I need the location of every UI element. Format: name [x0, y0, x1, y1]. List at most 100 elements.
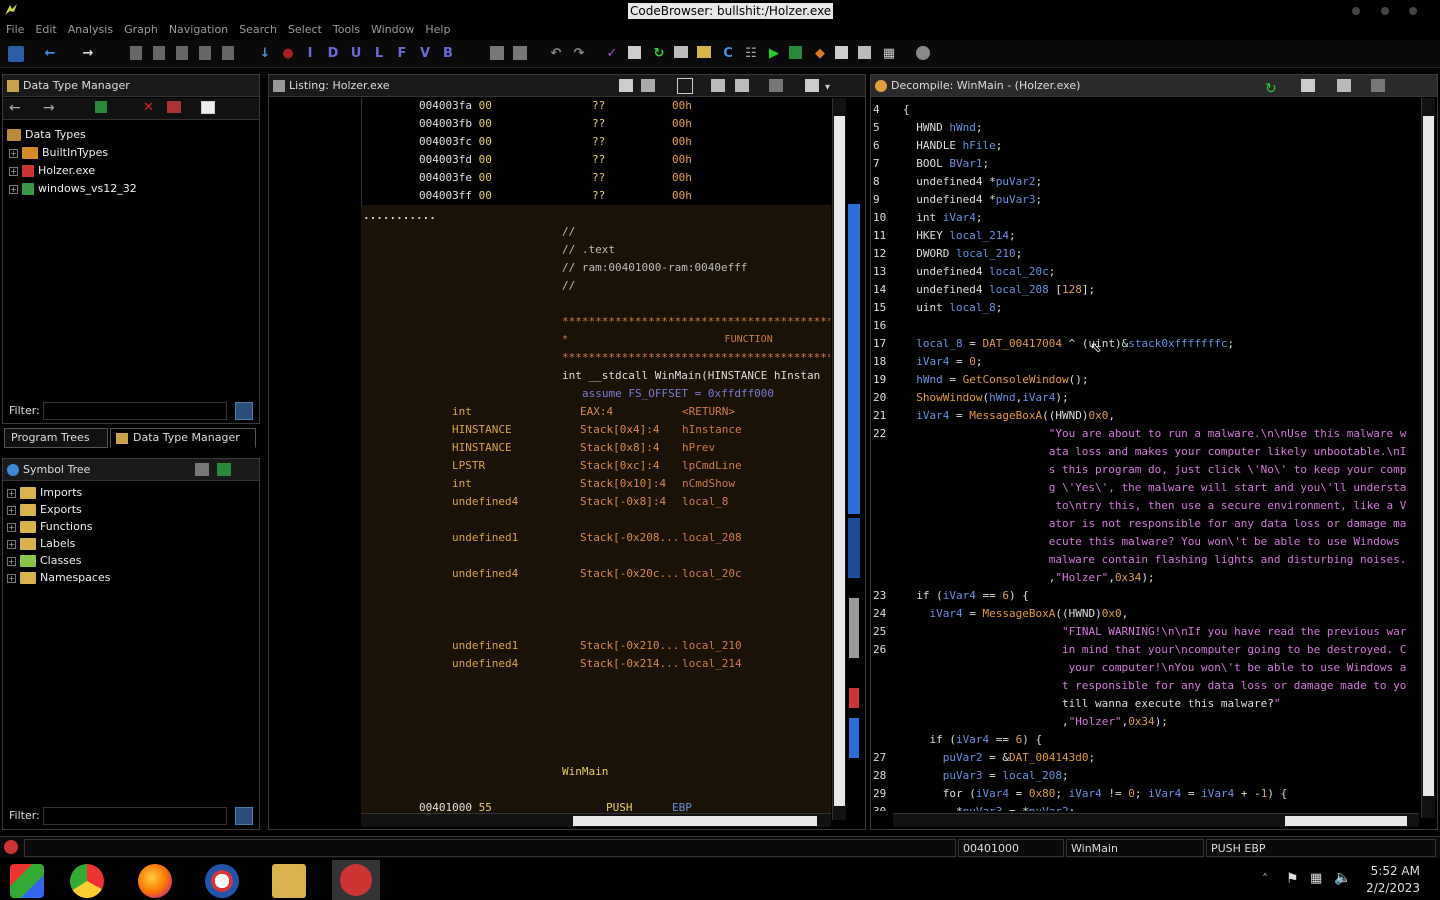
symbol-tree-imports[interactable]: + Imports: [7, 484, 82, 501]
table-icon[interactable]: [835, 46, 848, 59]
refresh-green-icon[interactable]: ↻: [651, 46, 667, 62]
toolbar-letter-v[interactable]: V: [417, 46, 433, 62]
forward-icon[interactable]: →: [80, 46, 96, 62]
filter-options-icon[interactable]: [235, 402, 253, 420]
plugin-icon[interactable]: [916, 46, 930, 60]
decompile-vertical-scrollbar[interactable]: [1421, 98, 1435, 818]
collapse-icon[interactable]: [201, 101, 215, 114]
down-arrow-icon[interactable]: ↓: [257, 46, 273, 62]
scrollbar-thumb[interactable]: [573, 816, 817, 826]
listing-data-row[interactable]: 004003fb 00: [419, 115, 492, 133]
chart-icon[interactable]: [858, 46, 871, 59]
memory-icon[interactable]: [674, 46, 688, 58]
tree-root-data-types[interactable]: Data Types: [7, 126, 86, 143]
expand-icon[interactable]: +: [9, 184, 18, 194]
tree-icon[interactable]: ☷: [743, 46, 759, 62]
save-icon[interactable]: [8, 46, 24, 62]
next-function-icon[interactable]: [222, 46, 234, 60]
menu-graph[interactable]: Graph: [124, 22, 158, 38]
snapshot-icon[interactable]: [769, 79, 783, 92]
symbol-tree-filter-input[interactable]: [43, 807, 227, 825]
symbol-tree-exports[interactable]: + Exports: [7, 501, 82, 518]
tree-item-windows-vs12-32[interactable]: + windows_vs12_32: [9, 180, 137, 197]
expand-icon[interactable]: +: [7, 488, 16, 498]
toolbar-letter-d[interactable]: D: [325, 46, 341, 62]
menu-file[interactable]: File: [6, 22, 24, 38]
console-icon[interactable]: [789, 46, 802, 59]
minimize-button[interactable]: [1352, 7, 1360, 15]
graph-icon[interactable]: ▦: [881, 46, 897, 62]
listing-data-row[interactable]: 004003fc 00: [419, 133, 492, 151]
delete-icon[interactable]: ✕: [143, 100, 154, 115]
symbol-tree-namespaces[interactable]: + Namespaces: [7, 569, 110, 586]
expand-icon[interactable]: +: [9, 166, 18, 176]
next-instruction-icon[interactable]: [130, 46, 142, 60]
param-name[interactable]: <RETURN>: [682, 403, 735, 421]
opera-app-icon[interactable]: [205, 864, 239, 898]
chrome-app-icon[interactable]: [70, 864, 104, 898]
next-data-icon[interactable]: [153, 46, 165, 60]
param-name[interactable]: nCmdShow: [682, 475, 735, 493]
flag-icon[interactable]: ⚑: [1286, 871, 1299, 887]
listing-overview-bar[interactable]: [847, 98, 863, 829]
apply-icon[interactable]: [95, 101, 107, 113]
next-label-icon[interactable]: [199, 46, 211, 60]
snapshot-icon[interactable]: [1371, 79, 1385, 92]
listing-data-row[interactable]: 004003fa 00: [419, 97, 492, 115]
listing-signature[interactable]: int __stdcall WinMain(HINSTANCE hInstan: [562, 367, 830, 385]
param-name[interactable]: hPrev: [682, 439, 715, 457]
menu-navigation[interactable]: Navigation: [169, 22, 228, 38]
symbol-tree-classes[interactable]: + Classes: [7, 552, 81, 569]
file-explorer-app-icon[interactable]: [272, 864, 306, 898]
run-icon[interactable]: ▶: [766, 46, 782, 62]
listing-data-row[interactable]: 004003fe 00: [419, 169, 492, 187]
volume-icon[interactable]: 🔈: [1334, 870, 1351, 886]
folder-icon[interactable]: [697, 46, 711, 58]
cursor-track-icon[interactable]: [677, 78, 693, 94]
paste-icon[interactable]: [513, 46, 527, 60]
expand-icon[interactable]: +: [7, 522, 16, 532]
close-button[interactable]: [1409, 7, 1417, 15]
listing-horizontal-scrollbar[interactable]: [361, 813, 831, 827]
listing-data-row[interactable]: 004003ff 00: [419, 187, 492, 205]
scrollbar-thumb[interactable]: [1285, 816, 1407, 826]
check-icon[interactable]: ✓: [604, 46, 620, 62]
param-name[interactable]: local_210: [682, 637, 742, 655]
listing-function-label[interactable]: WinMain: [562, 763, 608, 781]
redo-icon[interactable]: ↷: [571, 46, 587, 62]
decompile-horizontal-scrollbar[interactable]: [893, 813, 1419, 827]
symbol-tree-labels[interactable]: + Labels: [7, 535, 75, 552]
decompile-code-area[interactable]: 4 {5 HWND hWnd; 6 HANDLE hFile; 7 BOOL BVar…: [873, 101, 1419, 811]
menu-help[interactable]: Help: [425, 22, 450, 38]
stop-icon[interactable]: ●: [280, 46, 296, 62]
data-type-filter-input[interactable]: [43, 402, 227, 420]
tree-item-holzer-exe[interactable]: + Holzer.exe: [9, 162, 95, 179]
menu-window[interactable]: Window: [371, 22, 414, 38]
filter-options-icon[interactable]: [235, 807, 253, 825]
expand-icon[interactable]: +: [7, 556, 16, 566]
create-namespace-icon[interactable]: [195, 463, 209, 476]
undo-icon[interactable]: ↶: [548, 46, 564, 62]
toolbar-letter-u[interactable]: U: [348, 46, 364, 62]
ghidra-app-icon[interactable]: [332, 860, 380, 900]
clock-time[interactable]: 5:52 AM: [1364, 864, 1420, 878]
tab-data-type-manager[interactable]: Data Type Manager: [110, 428, 256, 448]
tree-item-builtintypes[interactable]: + BuiltInTypes: [9, 144, 108, 161]
bytes-icon[interactable]: [628, 46, 641, 59]
symbol-tree-functions[interactable]: + Functions: [7, 518, 93, 535]
listing-data-row[interactable]: 004003fd 00: [419, 151, 492, 169]
copy-icon[interactable]: [619, 79, 633, 92]
param-name[interactable]: hInstance: [682, 421, 742, 439]
paste-icon[interactable]: [641, 79, 655, 92]
maximize-button[interactable]: [1381, 7, 1389, 15]
menu-analysis[interactable]: Analysis: [68, 22, 113, 38]
toolbar-letter-f[interactable]: F: [394, 46, 410, 62]
toolbar-letter-l[interactable]: L: [371, 46, 387, 62]
param-name[interactable]: local_214: [682, 655, 742, 673]
back-icon[interactable]: ←: [9, 100, 21, 116]
network-icon[interactable]: ▦: [1310, 871, 1322, 886]
archive-icon[interactable]: [167, 101, 181, 113]
menu-edit[interactable]: Edit: [35, 22, 56, 38]
scrollbar-thumb[interactable]: [834, 116, 845, 806]
expand-icon[interactable]: +: [7, 505, 16, 515]
